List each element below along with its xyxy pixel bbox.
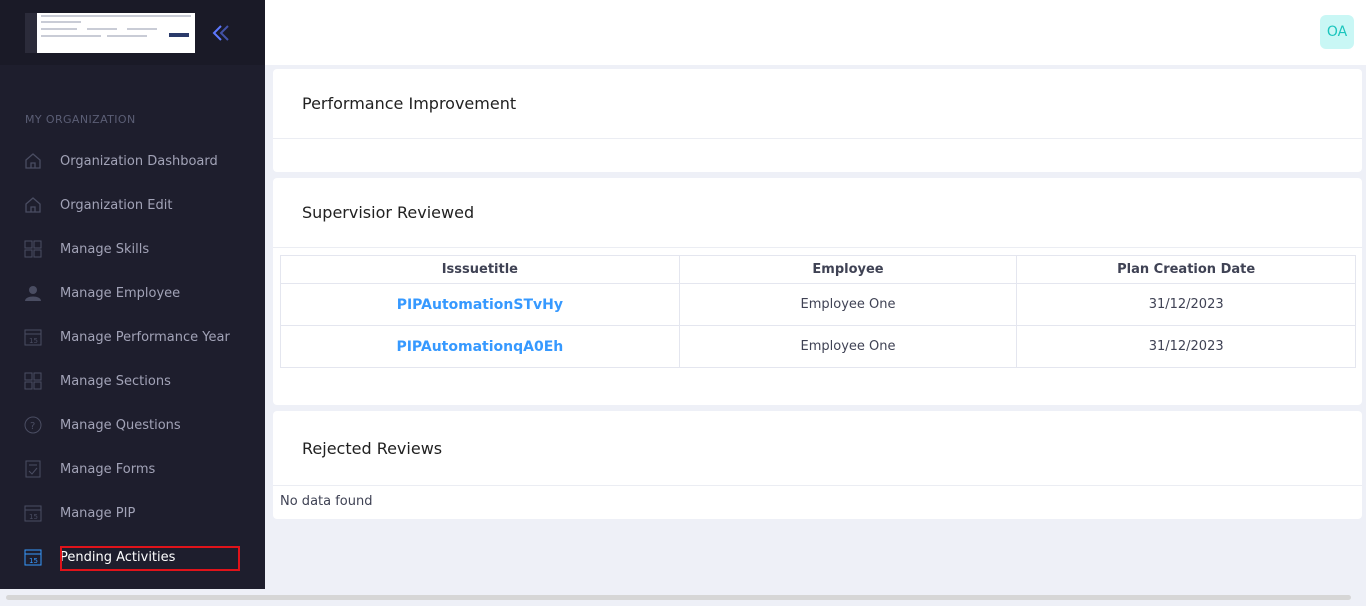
svg-text:?: ? [30, 421, 35, 432]
supervisor-reviewed-table: Isssuetitle Employee Plan Creation Date … [280, 255, 1356, 368]
topbar: OA [265, 0, 1366, 65]
column-header[interactable]: Plan Creation Date [1016, 255, 1356, 284]
sidebar-brand [0, 0, 265, 65]
table-row: PIPAutomationqA0Eh Employee One 31/12/20… [280, 325, 1356, 368]
date-cell: 31/12/2023 [1016, 283, 1356, 326]
grid-icon [24, 372, 42, 390]
svg-text:15: 15 [29, 513, 38, 521]
home-icon [25, 153, 41, 169]
sidebar-item-label: Organization Edit [60, 197, 173, 213]
sidebar-item-manage-pip[interactable]: 15 Manage PIP [0, 491, 265, 535]
issue-title-link[interactable]: PIPAutomationqA0Eh [280, 325, 680, 368]
sidebar-item-manage-sections[interactable]: Manage Sections [0, 359, 265, 403]
card-title: Performance Improvement [273, 69, 1362, 139]
sidebar-item-manage-employee[interactable]: Manage Employee [0, 271, 265, 315]
horizontal-scrollbar[interactable] [6, 595, 1351, 600]
user-avatar[interactable]: OA [1320, 15, 1354, 49]
user-icon [25, 286, 41, 301]
grid-icon [24, 240, 42, 258]
table-header-row: Isssuetitle Employee Plan Creation Date [280, 255, 1356, 284]
sidebar-item-manage-forms[interactable]: Manage Forms [0, 447, 265, 491]
calendar-icon: 15 [24, 549, 42, 566]
svg-text:15: 15 [29, 557, 38, 565]
employee-cell: Employee One [678, 325, 1018, 368]
empty-state-text: No data found [280, 494, 373, 509]
rejected-reviews-card: Rejected Reviews No data found [273, 411, 1362, 519]
sidebar-item-organization-dashboard[interactable]: Organization Dashboard [0, 139, 265, 183]
home-icon [25, 197, 41, 213]
sidebar-item-manage-questions[interactable]: ? Manage Questions [0, 403, 265, 447]
sidebar-section-title: MY ORGANIZATION [25, 113, 136, 126]
sidebar-item-label: Manage Forms [60, 461, 156, 477]
column-header[interactable]: Employee [678, 255, 1018, 284]
brand-logo[interactable] [25, 13, 195, 53]
sidebar-item-label: Manage Sections [60, 373, 171, 389]
sidebar-item-label: Manage Employee [60, 285, 181, 301]
double-chevron-left-icon[interactable] [208, 20, 234, 46]
active-item-highlight [60, 546, 240, 571]
supervisor-reviewed-card: Supervisior Reviewed Isssuetitle Employe… [273, 178, 1362, 405]
calendar-icon: 15 [24, 329, 42, 346]
sidebar-item-manage-performance-year[interactable]: 15 Manage Performance Year [0, 315, 265, 359]
performance-improvement-card: Performance Improvement [273, 69, 1362, 172]
card-title: Rejected Reviews [273, 411, 1362, 486]
issue-title-link[interactable]: PIPAutomationSTvHy [280, 283, 680, 326]
column-header[interactable]: Isssuetitle [280, 255, 680, 284]
sidebar-item-label: Manage Questions [60, 417, 181, 433]
sidebar-item-manage-skills[interactable]: Manage Skills [0, 227, 265, 271]
question-icon: ? [24, 416, 42, 434]
form-icon [25, 460, 41, 478]
employee-cell: Employee One [678, 283, 1018, 326]
date-cell: 31/12/2023 [1016, 325, 1356, 368]
svg-text:15: 15 [29, 337, 38, 345]
sidebar-item-label: Manage Skills [60, 241, 150, 257]
sidebar-item-label: Manage PIP [60, 505, 136, 521]
sidebar-item-label: Manage Performance Year [60, 329, 230, 345]
table-row: PIPAutomationSTvHy Employee One 31/12/20… [280, 283, 1356, 326]
card-title: Supervisior Reviewed [273, 178, 1362, 248]
calendar-icon: 15 [24, 505, 42, 522]
sidebar: MY ORGANIZATION Organization Dashboard O… [0, 0, 265, 589]
sidebar-item-label: Organization Dashboard [60, 153, 218, 169]
sidebar-item-organization-edit[interactable]: Organization Edit [0, 183, 265, 227]
